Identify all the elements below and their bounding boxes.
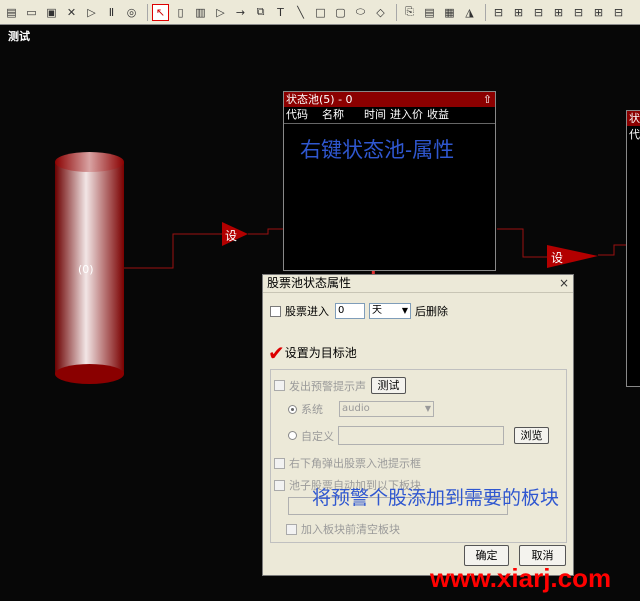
align7-icon[interactable]: ⊟ (610, 4, 627, 21)
chevron-down-icon[interactable]: ▼ (402, 304, 410, 318)
connector-line (124, 233, 222, 269)
system-sound-row: 系统 audio ▼ (288, 401, 434, 417)
pool-icon[interactable]: ▥ (192, 4, 209, 21)
column-header[interactable]: 进入价 (390, 107, 423, 123)
popup-label: 右下角弹出股票入池提示框 (289, 457, 421, 470)
cylinder-label: (0) (78, 263, 94, 276)
custom-path-input[interactable] (338, 426, 504, 445)
save-icon[interactable]: ▣ (43, 4, 60, 21)
toolbar-divider (485, 3, 486, 21)
delete-icon[interactable]: ✕ (63, 4, 80, 21)
connector-line (248, 228, 283, 235)
copy-icon[interactable]: ⎘ (401, 4, 418, 21)
status-pool-window-2[interactable]: 状 代 (626, 110, 640, 387)
stop-icon[interactable]: ◎ (123, 4, 140, 21)
target-pool-label[interactable]: 设置为目标池 (285, 344, 357, 361)
canvas-title: 测试 (8, 30, 30, 43)
stock-enter-row: 股票进入 0 天 ▼ 后删除 (270, 303, 448, 319)
popup-row: 右下角弹出股票入池提示框 (274, 455, 421, 471)
column-header[interactable]: 名称 (322, 107, 344, 123)
stock-enter-label: 股票进入 (285, 305, 329, 318)
connector-line (497, 228, 547, 258)
arrow-icon[interactable]: → (232, 4, 249, 21)
checkmark-icon[interactable]: ✔ (268, 343, 285, 363)
align3-icon[interactable]: ⊟ (530, 4, 547, 21)
round-rect-icon[interactable]: ▢ (332, 4, 349, 21)
alert-sound-label: 发出预警提示声 (289, 379, 366, 393)
new-doc-icon[interactable]: ▤ (3, 4, 20, 21)
system-radio[interactable] (288, 404, 297, 414)
toolbar-divider (396, 3, 397, 21)
column-header[interactable]: 时间 (364, 107, 386, 123)
status-pool-window[interactable]: 状态池(5) - 0 ⇧ 代码 名称 时间 进入价 收益 (283, 91, 496, 271)
pointer-icon[interactable]: ↖ (152, 3, 169, 21)
dialog-title: 股票池状态属性 (263, 275, 573, 293)
toolbar: ▤ ▭ ▣ ✕ ▷ Ⅱ ◎ ↖ ▯ ▥ ▷ → ⧉ T ╲ □ ▢ ⬭ ◇ ⎘ … (0, 0, 640, 25)
toolbar-divider (147, 3, 148, 21)
trash-icon[interactable]: ▦ (441, 4, 458, 21)
annotation-bottom: 将预警个股添加到需要的板块 (312, 487, 560, 509)
days-input[interactable]: 0 (335, 303, 365, 319)
after-delete-label: 后删除 (415, 305, 448, 318)
connector-line (598, 244, 626, 256)
annotation-top: 右键状态池-属性 (300, 138, 455, 162)
popup-checkbox[interactable] (274, 457, 285, 469)
close-icon[interactable]: × (557, 276, 571, 290)
target-pool-row: ✔ 设置为目标池 (268, 343, 357, 363)
system-label: 系统 (301, 403, 323, 416)
clear-block-checkbox[interactable] (286, 523, 297, 535)
alert-sound-checkbox[interactable] (274, 380, 285, 391)
rect-icon[interactable]: □ (312, 4, 329, 21)
open-folder-icon[interactable]: ▭ (23, 4, 40, 21)
multi-icon[interactable]: ⧉ (252, 4, 269, 21)
align6-icon[interactable]: ⊞ (590, 4, 607, 21)
align2-icon[interactable]: ⊞ (510, 4, 527, 21)
watermark: www.xiarj.com (430, 563, 612, 593)
days-unit-value: 天 (372, 305, 382, 316)
column-header[interactable]: 代码 (286, 107, 308, 123)
column-header[interactable]: 收益 (427, 107, 449, 123)
set-label-2[interactable]: 设 (551, 249, 563, 266)
pool-title: 状态池(5) - 0 (286, 93, 353, 106)
test-button[interactable]: 测试 (371, 377, 406, 394)
custom-radio[interactable] (288, 431, 297, 440)
browse-button[interactable]: 浏览 (514, 427, 549, 444)
ellipse-icon[interactable]: ⬭ (352, 4, 369, 21)
collapse-icon[interactable]: ⇧ (483, 92, 492, 107)
audio-value: audio (342, 403, 370, 414)
pause-icon[interactable]: Ⅱ (103, 4, 120, 21)
play-icon[interactable]: ▷ (83, 4, 100, 21)
cylinder-bottom (55, 364, 124, 384)
cylinder-top (55, 152, 124, 172)
alert-sound-row: 发出预警提示声 测试 (274, 377, 406, 394)
chevron-down-icon[interactable]: ▼ (425, 402, 433, 416)
align4-icon[interactable]: ⊞ (550, 4, 567, 21)
pool-title-bar[interactable]: 状态池(5) - 0 ⇧ (284, 92, 495, 107)
clear-block-row: 加入板块前清空板块 (286, 521, 400, 537)
paint-icon[interactable]: ◮ (461, 4, 478, 21)
align-icon[interactable]: ⊟ (490, 4, 507, 21)
custom-label: 自定义 (301, 429, 334, 443)
days-unit-select[interactable]: 天 ▼ (369, 303, 411, 319)
diamond-icon[interactable]: ◇ (372, 4, 389, 21)
pool2-column-header: 代 (629, 128, 640, 141)
paste-icon[interactable]: ▤ (421, 4, 438, 21)
auto-add-checkbox[interactable] (274, 479, 285, 491)
clear-block-label: 加入板块前清空板块 (301, 523, 400, 536)
align5-icon[interactable]: ⊟ (570, 4, 587, 21)
audio-select[interactable]: audio ▼ (339, 401, 434, 417)
set-label-1[interactable]: 设 (225, 227, 237, 244)
cylinder-icon[interactable]: ▯ (172, 4, 189, 21)
custom-sound-row: 自定义 浏览 (288, 426, 549, 445)
triangle-icon[interactable]: ▷ (212, 4, 229, 21)
pool-header-row: 代码 名称 时间 进入价 收益 (284, 107, 495, 124)
pool2-title: 状 (627, 111, 640, 126)
text-icon[interactable]: T (272, 4, 289, 21)
line-icon[interactable]: ╲ (292, 4, 309, 21)
stock-enter-checkbox[interactable] (270, 305, 281, 317)
